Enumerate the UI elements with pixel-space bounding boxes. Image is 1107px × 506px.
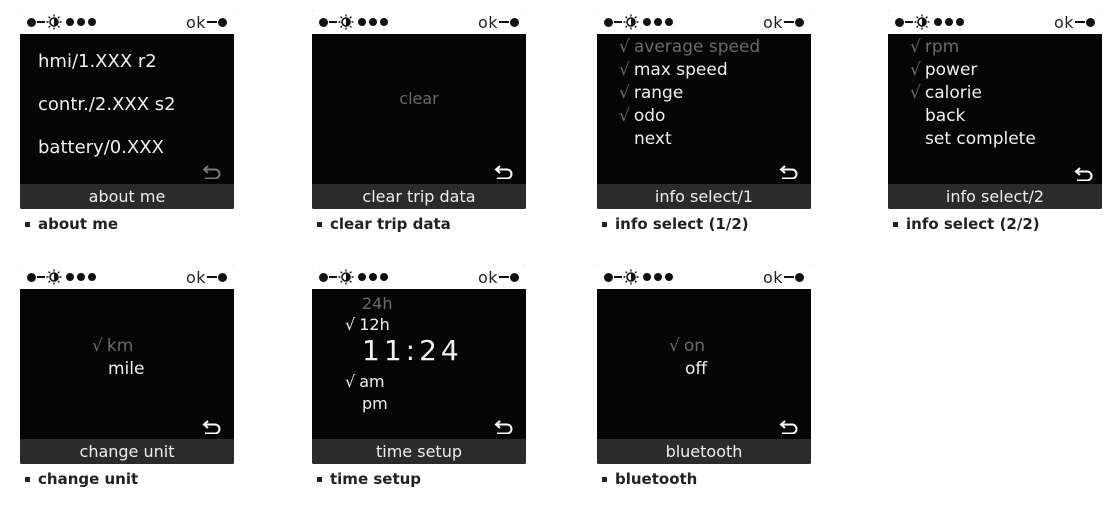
option-odo[interactable]: √ odo — [619, 106, 665, 126]
back-arrow-icon[interactable] — [494, 165, 514, 179]
option-km[interactable]: √ km — [92, 336, 133, 356]
unit-options: √ km mile — [20, 289, 234, 439]
battery-version: battery/0.XXX — [38, 137, 164, 158]
sun-icon — [623, 269, 639, 285]
hmi-version: hmi/1.XXX r2 — [38, 51, 157, 72]
caption: info select (1/2) — [597, 215, 811, 233]
card-change-unit: ok √ km mile change unit change unit — [20, 265, 234, 488]
screen-title: clear trip data — [312, 184, 526, 209]
card-time-setup: ok 24h √ 12h 11:24 √ am pm time setup time… — [312, 265, 526, 488]
option-max-speed[interactable]: √ max speed — [619, 60, 728, 80]
sun-icon — [46, 269, 62, 285]
device-screen: ok clear clear trip data — [312, 10, 526, 209]
sun-icon — [338, 14, 354, 30]
device-screen: ok √ rpm √ power √ calorie back set complet… — [888, 10, 1102, 209]
controller-version: contr./2.XXX s2 — [38, 94, 176, 115]
option-off[interactable]: off — [685, 359, 707, 379]
option-pm[interactable]: pm — [362, 394, 388, 413]
status-bar: ok — [312, 265, 526, 289]
time-setup-content: 24h √ 12h 11:24 √ am pm — [312, 289, 526, 439]
brightness-indicator — [319, 269, 388, 285]
option-calorie[interactable]: √ calorie — [910, 83, 982, 103]
caption: info select (2/2) — [888, 215, 1102, 233]
screen-title: info select/1 — [597, 184, 811, 209]
caption: time setup — [312, 470, 526, 488]
card-info-select-2: ok √ rpm √ power √ calorie back set complet… — [888, 10, 1102, 233]
bluetooth-options: √ on off — [597, 289, 811, 439]
info-select-list: √ average speed √ max speed √ range √ odo ne… — [597, 34, 811, 184]
card-clear-trip-data: ok clear clear trip data clear trip data — [312, 10, 526, 233]
option-back[interactable]: back — [925, 106, 965, 126]
caption: change unit — [20, 470, 234, 488]
ok-indicator: ok — [186, 12, 227, 32]
option-24h[interactable]: 24h — [362, 294, 393, 313]
status-bar: ok — [597, 265, 811, 289]
status-bar: ok — [312, 10, 526, 34]
brightness-indicator — [895, 14, 964, 30]
device-screen: ok √ km mile change unit — [20, 265, 234, 464]
device-screen: ok 24h √ 12h 11:24 √ am pm time setup — [312, 265, 526, 464]
screen-title: change unit — [20, 439, 234, 464]
back-arrow-icon[interactable] — [494, 420, 514, 434]
sun-icon — [623, 14, 639, 30]
screen-title: bluetooth — [597, 439, 811, 464]
screen-title: time setup — [312, 439, 526, 464]
status-bar: ok — [20, 10, 234, 34]
option-on[interactable]: √ on — [669, 336, 705, 356]
brightness-indicator — [604, 269, 673, 285]
card-about-me: ok hmi/1.XXX r2 contr./2.XXX s2 battery/… — [20, 10, 234, 233]
back-arrow-icon[interactable] — [202, 165, 222, 179]
sun-icon — [914, 14, 930, 30]
device-screen: ok hmi/1.XXX r2 contr./2.XXX s2 battery/… — [20, 10, 234, 209]
brightness-indicator — [27, 269, 96, 285]
option-mile[interactable]: mile — [108, 359, 144, 379]
caption: about me — [20, 215, 234, 233]
ok-indicator: ok — [478, 267, 519, 287]
about-content: hmi/1.XXX r2 contr./2.XXX s2 battery/0.X… — [20, 34, 234, 184]
back-arrow-icon[interactable] — [779, 165, 799, 179]
status-bar: ok — [597, 10, 811, 34]
clear-option[interactable]: clear — [312, 89, 526, 108]
ok-indicator: ok — [763, 12, 804, 32]
option-am[interactable]: √ am — [345, 372, 385, 391]
sun-icon — [338, 269, 354, 285]
clear-content: clear — [312, 34, 526, 184]
back-arrow-icon[interactable] — [202, 420, 222, 434]
caption: clear trip data — [312, 215, 526, 233]
ok-indicator: ok — [763, 267, 804, 287]
brightness-indicator — [604, 14, 673, 30]
brightness-indicator — [319, 14, 388, 30]
clock-display[interactable]: 11:24 — [362, 334, 463, 367]
device-screen: ok √ on off bluetooth — [597, 265, 811, 464]
card-info-select-1: ok √ average speed √ max speed √ range √ odo… — [597, 10, 811, 233]
option-rpm[interactable]: √ rpm — [910, 37, 959, 57]
ok-indicator: ok — [478, 12, 519, 32]
card-bluetooth: ok √ on off bluetooth bluetooth — [597, 265, 811, 488]
status-bar: ok — [888, 10, 1102, 34]
brightness-indicator — [27, 14, 96, 30]
back-arrow-icon[interactable] — [1074, 167, 1094, 181]
option-12h[interactable]: √ 12h — [345, 315, 390, 334]
screen-title: about me — [20, 184, 234, 209]
option-power[interactable]: √ power — [910, 60, 977, 80]
back-arrow-icon[interactable] — [779, 420, 799, 434]
option-average-speed[interactable]: √ average speed — [619, 37, 760, 57]
option-next[interactable]: next — [634, 129, 672, 149]
ok-indicator: ok — [186, 267, 227, 287]
sun-icon — [46, 14, 62, 30]
option-set-complete[interactable]: set complete — [925, 129, 1036, 149]
option-range[interactable]: √ range — [619, 83, 683, 103]
ok-indicator: ok — [1054, 12, 1095, 32]
device-screen: ok √ average speed √ max speed √ range √ odo… — [597, 10, 811, 209]
info-select-list: √ rpm √ power √ calorie back set complete — [888, 34, 1102, 184]
status-bar: ok — [20, 265, 234, 289]
caption: bluetooth — [597, 470, 811, 488]
screen-title: info select/2 — [888, 184, 1102, 209]
